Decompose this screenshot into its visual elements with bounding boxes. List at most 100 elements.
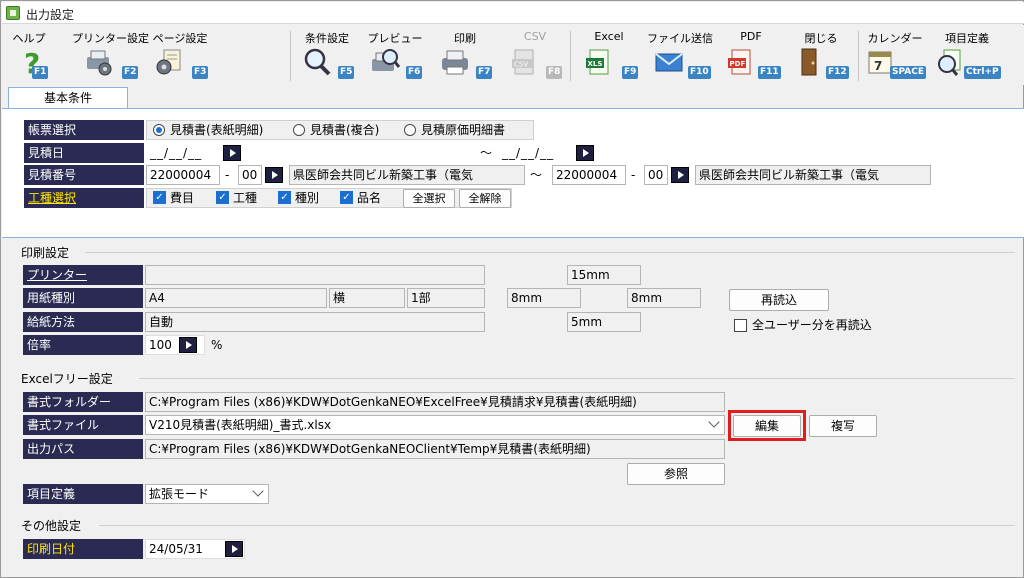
copy-button[interactable]: 複写	[809, 415, 877, 437]
scale-picker-button[interactable]	[179, 337, 197, 353]
template-file-label: 書式ファイル	[23, 415, 143, 435]
output-settings-window: 出力設定 ヘルプ ? F1 プリンター設定 F2 ページ設定 F3 条件設定 F…	[0, 0, 1024, 578]
project-name-to: 県医師会共同ビル新築工事（電気	[695, 165, 931, 185]
output-path-label: 出力パス	[23, 439, 143, 459]
report-radio-composite[interactable]	[293, 124, 305, 136]
date-to-picker-button[interactable]	[576, 145, 594, 161]
number-dash: -	[225, 168, 230, 182]
work-type-select-label: 工種選択	[24, 188, 144, 208]
kind-label: 工種	[233, 191, 258, 205]
printer-settings-button[interactable]: プリンター設定 F2	[72, 25, 149, 85]
margin-bottom: 5mm	[567, 312, 641, 332]
divider	[99, 525, 1015, 526]
select-all-button[interactable]: 全選択	[403, 189, 455, 208]
template-folder-path: C:¥Program Files (x86)¥KDW¥DotGenkaNEO¥E…	[145, 392, 725, 412]
branch-to-input[interactable]: 00	[644, 165, 668, 185]
preview-icon	[372, 49, 400, 71]
excel-icon: XLS	[586, 49, 609, 75]
print-button[interactable]: 印刷 F7	[432, 25, 498, 85]
output-path: C:¥Program Files (x86)¥KDW¥DotGenkaNEOCl…	[145, 439, 725, 459]
date-from-input[interactable]: __/__/__	[150, 144, 202, 162]
paper-type-label: 用紙種別	[23, 288, 143, 308]
number-from-lookup-button[interactable]	[265, 167, 283, 183]
clear-all-button[interactable]: 全解除	[459, 189, 511, 208]
browse-button[interactable]: 参照	[627, 463, 725, 485]
svg-text:CSV: CSV	[514, 61, 528, 69]
help-button[interactable]: ヘルプ ? F1	[10, 25, 49, 85]
divider	[85, 252, 1015, 253]
other-settings-title: その他設定	[21, 519, 82, 533]
toolbar: ヘルプ ? F1 プリンター設定 F2 ページ設定 F3 条件設定 F5 プレビ…	[2, 25, 1024, 85]
field-definition-label: 項目定義	[23, 484, 143, 504]
template-folder-label: 書式フォルダー	[23, 392, 143, 412]
template-file-select[interactable]: V210見積書(表紙明細)_書式.xlsx	[145, 415, 725, 435]
report-select-label: 帳票選択	[24, 120, 144, 140]
paper-size: A4	[145, 288, 327, 308]
svg-text:XLS: XLS	[588, 60, 603, 68]
print-date-picker-button[interactable]	[225, 541, 243, 557]
work-type-group	[146, 188, 512, 208]
work-type-select-text: 工種選択	[28, 191, 77, 205]
scale-label: 倍率	[23, 335, 143, 355]
page-settings-button[interactable]: ページ設定 F3	[148, 25, 212, 85]
report-radio-cover-detail[interactable]	[153, 124, 165, 136]
excel-settings-title: Excelフリー設定	[21, 372, 113, 386]
estimate-number-to-input[interactable]: 22000004	[552, 165, 626, 185]
basic-conditions-panel: 帳票選択 見積書(表紙明細) 見積書(複合) 見積原価明細書 見積日 __/__…	[2, 108, 1024, 238]
printer-settings-icon	[87, 50, 112, 76]
excel-button[interactable]: Excel XLS F9	[576, 25, 642, 85]
kind-label: 費目	[170, 191, 195, 205]
margin-right: 8mm	[627, 288, 701, 308]
report-radio-cost-detail[interactable]	[404, 124, 416, 136]
branch-from-input[interactable]: 00	[238, 165, 262, 185]
svg-text:7: 7	[874, 59, 882, 73]
kind-checkbox-expense[interactable]: ✓	[153, 191, 166, 204]
highlight-box	[728, 410, 806, 441]
close-button[interactable]: 閉じる F12	[788, 25, 854, 85]
paper-orientation: 横	[329, 288, 405, 308]
svg-text:PDF: PDF	[730, 60, 746, 68]
condition-settings-button[interactable]: 条件設定 F5	[294, 25, 360, 85]
field-definition-select[interactable]: 拡張モード	[145, 484, 269, 504]
app-icon	[6, 6, 20, 20]
page-settings-icon	[156, 49, 181, 75]
report-option-label: 見積原価明細書	[421, 123, 506, 137]
estimate-number-label: 見積番号	[24, 165, 144, 185]
csv-icon: CSV	[512, 49, 534, 75]
kind-checkbox-work[interactable]: ✓	[216, 191, 229, 204]
title-bar: 出力設定	[2, 2, 1024, 24]
print-date-label: 印刷日付	[23, 539, 143, 559]
toolbar-separator	[858, 31, 859, 81]
toolbar-separator	[290, 31, 291, 81]
margin-left: 8mm	[507, 288, 581, 308]
number-dash: -	[631, 168, 636, 182]
pdf-button[interactable]: PDF PDF F11	[718, 25, 784, 85]
divider	[139, 378, 1015, 379]
date-to-input[interactable]: __/__/__	[502, 144, 554, 162]
estimate-number-from-input[interactable]: 22000004	[146, 165, 220, 185]
search-condition-icon	[304, 48, 331, 76]
csv-button[interactable]: CSV CSV F8	[502, 25, 568, 85]
window-title: 出力設定	[26, 8, 75, 22]
mail-icon	[655, 53, 683, 72]
reload-button[interactable]: 再読込	[729, 289, 829, 311]
calendar-button[interactable]: カレンダー 7 SPACE	[860, 25, 930, 85]
reload-all-users-checkbox[interactable]	[734, 319, 747, 332]
field-definition-icon	[938, 49, 961, 76]
kind-label: 品名	[357, 191, 382, 205]
tab-basic-conditions[interactable]: 基本条件	[8, 87, 128, 109]
number-to-lookup-button[interactable]	[671, 167, 689, 183]
date-from-picker-button[interactable]	[223, 145, 241, 161]
printer-label-text: プリンター	[27, 268, 88, 282]
pdf-icon: PDF	[728, 49, 751, 75]
field-definition-button[interactable]: 項目定義 Ctrl+P	[932, 25, 1002, 85]
file-send-button[interactable]: ファイル送信 F10	[646, 25, 714, 85]
toolbar-separator	[570, 31, 571, 81]
print-icon	[442, 50, 468, 75]
paper-feed: 自動	[145, 312, 485, 332]
tab-strip: 基本条件	[2, 85, 1024, 109]
preview-button[interactable]: プレビュー F6	[362, 25, 428, 85]
kind-checkbox-category[interactable]: ✓	[278, 191, 291, 204]
project-name-from: 県医師会共同ビル新築工事（電気	[289, 165, 525, 185]
kind-checkbox-item[interactable]: ✓	[340, 191, 353, 204]
